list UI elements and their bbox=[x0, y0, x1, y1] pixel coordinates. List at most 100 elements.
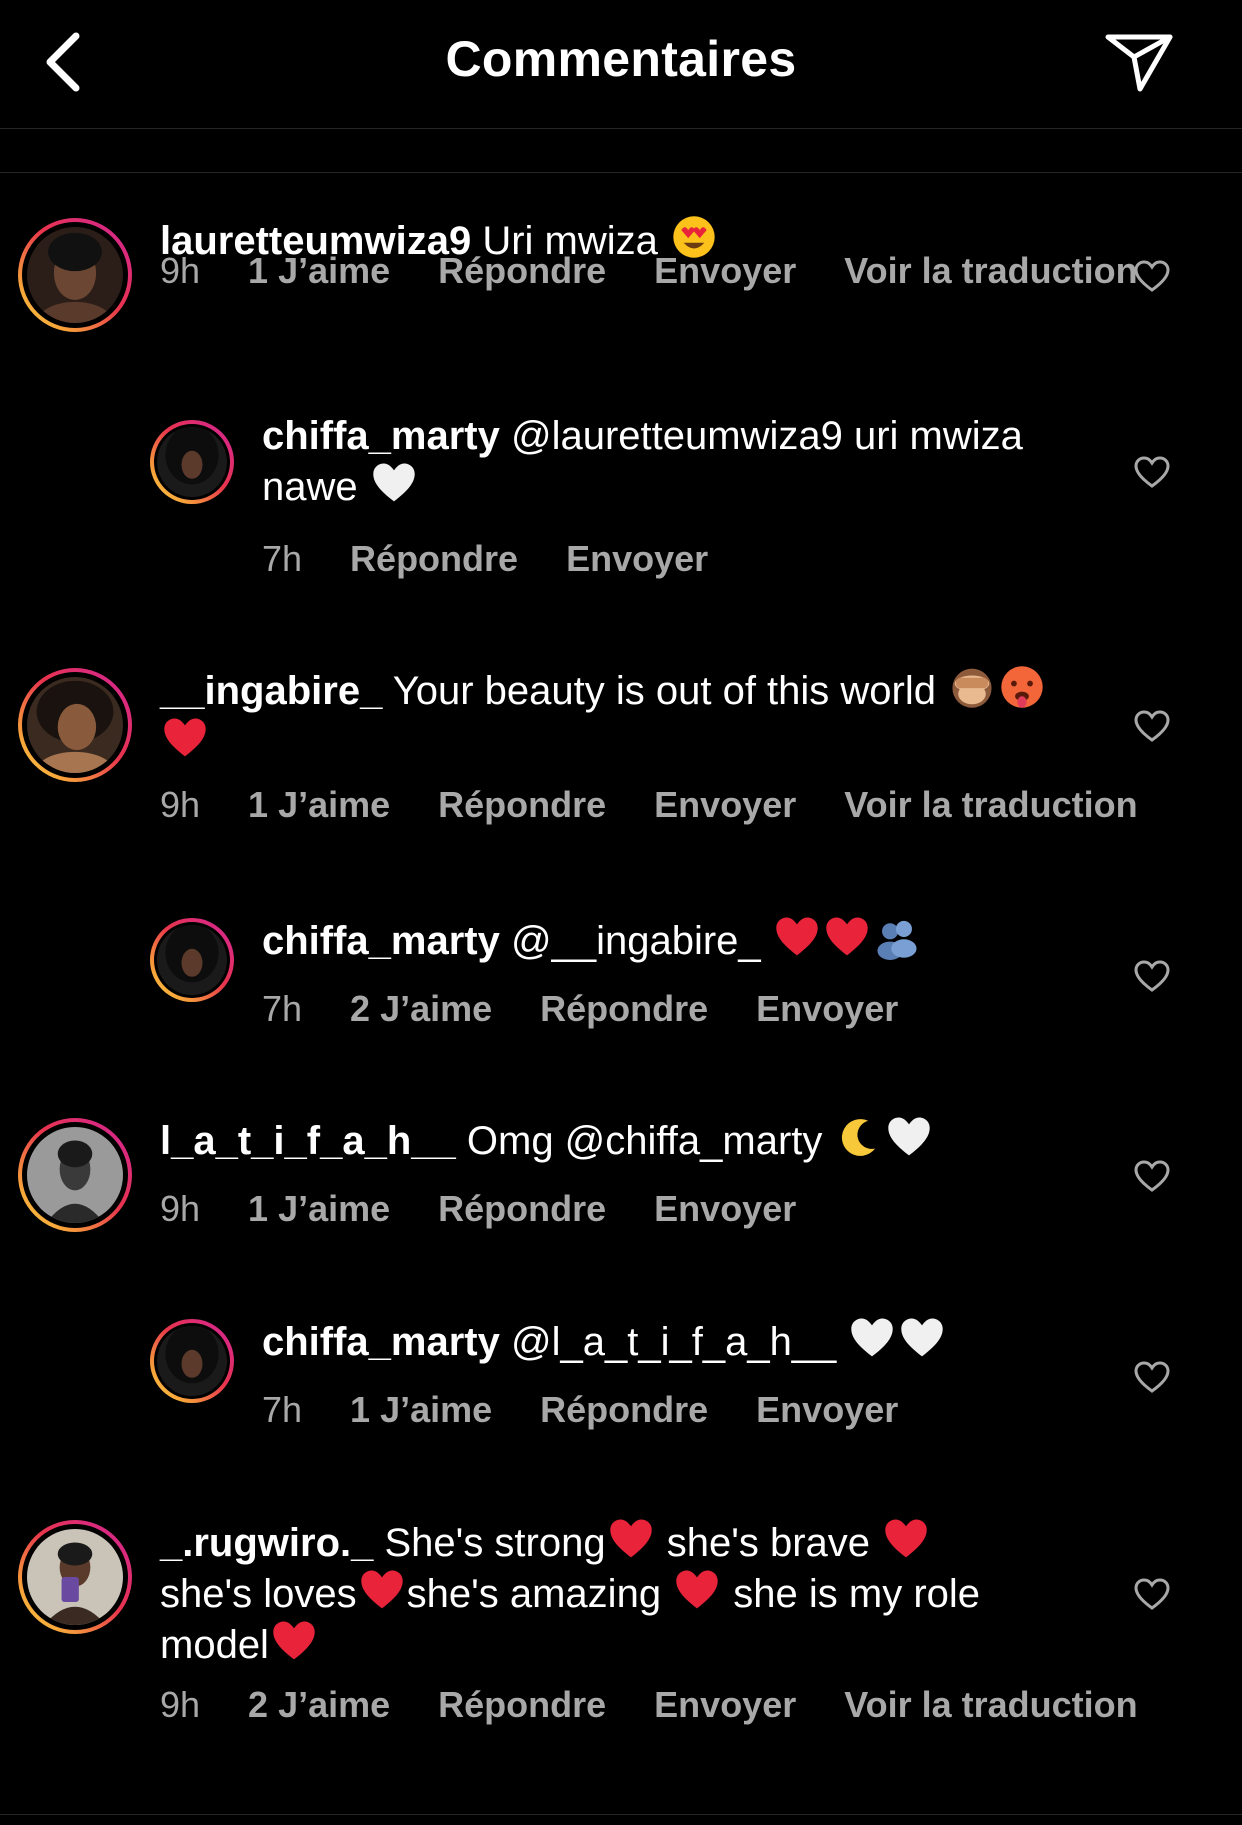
heart-outline-icon bbox=[1134, 1160, 1170, 1192]
white-heart-emoji bbox=[899, 1315, 945, 1361]
red-heart-emoji bbox=[608, 1516, 654, 1562]
translate-button[interactable]: Voir la traduction bbox=[844, 784, 1137, 825]
reply-button[interactable]: Répondre bbox=[438, 250, 606, 291]
send-button[interactable]: Envoyer bbox=[566, 538, 708, 579]
white-heart-emoji bbox=[371, 460, 417, 506]
red-heart-emoji bbox=[674, 1567, 720, 1613]
red-heart-emoji bbox=[359, 1567, 405, 1613]
avatar[interactable] bbox=[150, 1319, 234, 1403]
like-button[interactable] bbox=[1130, 954, 1174, 998]
comment-time: 9h bbox=[160, 250, 201, 291]
likes-count[interactable]: 1 J’aime bbox=[248, 784, 390, 825]
heart-outline-icon bbox=[1134, 1578, 1170, 1610]
heart-outline-icon bbox=[1134, 1361, 1170, 1393]
red-heart-emoji bbox=[774, 914, 820, 960]
white-heart-emoji bbox=[849, 1315, 895, 1361]
avatar[interactable] bbox=[18, 1520, 132, 1634]
comment-username[interactable]: chiffa_marty bbox=[262, 1320, 500, 1364]
send-button[interactable]: Envoyer bbox=[654, 1684, 796, 1725]
avatar[interactable] bbox=[150, 918, 234, 1002]
reply-button[interactable]: Répondre bbox=[540, 1389, 708, 1430]
avatar[interactable] bbox=[18, 668, 132, 782]
comment-time: 7h bbox=[262, 538, 303, 579]
send-button[interactable]: Envoyer bbox=[654, 1188, 796, 1229]
comment-text: __ingabire_ Your beauty is out of this w… bbox=[160, 664, 1060, 766]
like-button[interactable] bbox=[1130, 450, 1174, 494]
comment-body-part: she's brave bbox=[655, 1521, 882, 1565]
translate-button[interactable]: Voir la traduction bbox=[844, 1684, 1137, 1725]
comment-username[interactable]: chiffa_marty bbox=[262, 919, 500, 963]
comment-body-part: she's amazing bbox=[406, 1572, 673, 1616]
comment-username[interactable]: __ingabire_ bbox=[160, 669, 382, 713]
paper-plane-icon bbox=[1105, 34, 1173, 92]
send-button[interactable]: Envoyer bbox=[654, 250, 796, 291]
comment-body-part: She's strong bbox=[373, 1521, 606, 1565]
red-heart-emoji bbox=[271, 1618, 317, 1664]
avatar[interactable] bbox=[18, 1118, 132, 1232]
comment-body: Your beauty is out of this world bbox=[382, 669, 948, 713]
avatar[interactable] bbox=[150, 420, 234, 504]
red-heart-emoji bbox=[162, 715, 208, 761]
comment-time: 9h bbox=[160, 1684, 201, 1725]
divider bbox=[0, 1814, 1242, 1815]
heart-outline-icon bbox=[1134, 456, 1170, 488]
like-button[interactable] bbox=[1130, 704, 1174, 748]
likes-count[interactable]: 1 J’aime bbox=[248, 250, 390, 291]
red-heart-emoji bbox=[883, 1516, 929, 1562]
comment-time: 9h bbox=[160, 1188, 201, 1229]
send-button[interactable]: Envoyer bbox=[654, 784, 796, 825]
comment-meta: 9h 1 J’aime Répondre Envoyer Voir la traduct… bbox=[160, 784, 1138, 826]
header-bar: Commentaires bbox=[0, 0, 1242, 129]
divider bbox=[0, 172, 1242, 173]
likes-count[interactable]: 1 J’aime bbox=[350, 1389, 492, 1430]
comment-meta: 7h Répondre Envoyer bbox=[262, 538, 756, 580]
likes-count[interactable]: 2 J’aime bbox=[248, 1684, 390, 1725]
comment-username[interactable]: chiffa_marty bbox=[262, 414, 500, 458]
comment-text: _.rugwiro._ She's strong she's brave she… bbox=[160, 1516, 1060, 1669]
comment-username[interactable]: _.rugwiro._ bbox=[160, 1521, 373, 1565]
like-button[interactable] bbox=[1130, 1572, 1174, 1616]
white-heart-emoji bbox=[886, 1114, 932, 1160]
comment-time: 9h bbox=[160, 784, 201, 825]
heart-outline-icon bbox=[1134, 260, 1170, 292]
translate-button[interactable]: Voir la traduction bbox=[844, 250, 1137, 291]
see-no-evil-monkey-emoji bbox=[949, 664, 995, 710]
comment-body: @l_a_t_i_f_a_h__ bbox=[499, 1320, 848, 1364]
comment-meta: 7h 1 J’aime Répondre Envoyer bbox=[262, 1389, 946, 1431]
heart-outline-icon bbox=[1134, 710, 1170, 742]
comment-text: chiffa_marty @__ingabire_ bbox=[262, 914, 1042, 965]
comment-text: chiffa_marty @l_a_t_i_f_a_h__ bbox=[262, 1315, 1042, 1366]
like-button[interactable] bbox=[1130, 1154, 1174, 1198]
page-title: Commentaires bbox=[445, 31, 797, 87]
reply-button[interactable]: Répondre bbox=[350, 538, 518, 579]
like-button[interactable] bbox=[1130, 1355, 1174, 1399]
send-button[interactable]: Envoyer bbox=[756, 988, 898, 1029]
red-heart-emoji bbox=[824, 914, 870, 960]
reply-button[interactable]: Répondre bbox=[438, 1684, 606, 1725]
reply-button[interactable]: Répondre bbox=[438, 784, 606, 825]
avatar[interactable] bbox=[18, 218, 132, 332]
comment-body: @__ingabire_ bbox=[499, 919, 772, 963]
likes-count[interactable]: 2 J’aime bbox=[350, 988, 492, 1029]
comment-meta: 9h 1 J’aime Répondre Envoyer Voir la traduct… bbox=[160, 250, 1138, 292]
send-button[interactable]: Envoyer bbox=[756, 1389, 898, 1430]
comment-body: Omg @chiffa_marty bbox=[455, 1119, 834, 1163]
likes-count[interactable]: 1 J’aime bbox=[248, 1188, 390, 1229]
comment-username[interactable]: l_a_t_i_f_a_h__ bbox=[160, 1119, 456, 1163]
share-button[interactable] bbox=[1094, 24, 1184, 100]
comment-text: chiffa_marty @lauretteumwiza9 uri mwiza … bbox=[262, 412, 1042, 511]
comment-meta: 9h 1 J’aime Répondre Envoyer bbox=[160, 1188, 844, 1230]
comment-time: 7h bbox=[262, 988, 303, 1029]
comment-body-part: she's loves bbox=[160, 1572, 357, 1616]
like-button[interactable] bbox=[1130, 254, 1174, 298]
reply-button[interactable]: Répondre bbox=[540, 988, 708, 1029]
comment-text: l_a_t_i_f_a_h__ Omg @chiffa_marty bbox=[160, 1114, 1060, 1165]
busts-in-silhouette-emoji bbox=[874, 914, 920, 960]
comment-time: 7h bbox=[262, 1389, 303, 1430]
reply-button[interactable]: Répondre bbox=[438, 1188, 606, 1229]
comment-meta: 9h 2 J’aime Répondre Envoyer Voir la traduct… bbox=[160, 1684, 1138, 1726]
hot-face-emoji bbox=[999, 664, 1045, 710]
heart-outline-icon bbox=[1134, 960, 1170, 992]
comment-meta: 7h 2 J’aime Répondre Envoyer bbox=[262, 988, 946, 1030]
crescent-moon-emoji bbox=[836, 1114, 882, 1160]
